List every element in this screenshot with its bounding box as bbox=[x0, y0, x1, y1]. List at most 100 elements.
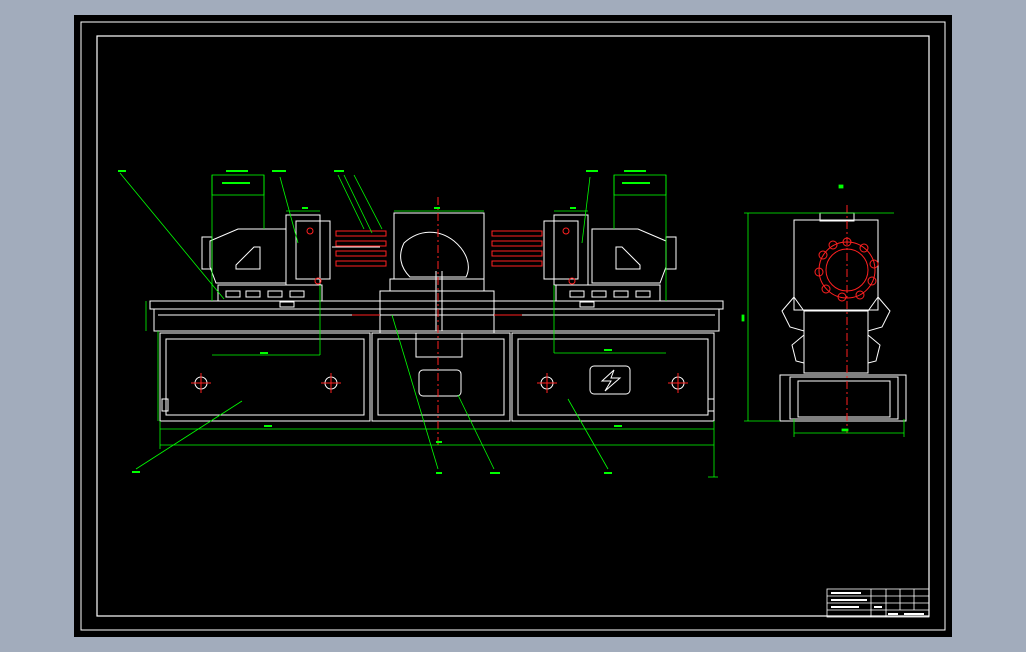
left-carriage bbox=[217, 284, 323, 302]
center-fixture-window bbox=[415, 332, 463, 358]
left-cabinet-inner bbox=[165, 338, 365, 416]
side-view-red bbox=[814, 205, 879, 433]
leader-7 bbox=[135, 400, 243, 470]
center-cabinet bbox=[371, 332, 511, 422]
left-electrode-1 bbox=[335, 230, 387, 237]
drawing-canvas bbox=[80, 21, 946, 631]
leader-4 bbox=[343, 174, 373, 234]
right-head-clamp bbox=[543, 220, 579, 280]
front-view-red-details bbox=[191, 197, 688, 445]
right-electrode-4 bbox=[491, 260, 543, 267]
left-pivot bbox=[306, 227, 314, 235]
side-dim-mark-1 bbox=[741, 314, 745, 322]
side-mid-left bbox=[791, 334, 805, 364]
note-mark-7 bbox=[624, 170, 646, 172]
right-btn-4 bbox=[635, 290, 651, 298]
cad-viewer bbox=[0, 0, 1026, 652]
center-fixture-block bbox=[389, 278, 485, 292]
note-mark-18 bbox=[264, 425, 272, 427]
note-mark-15 bbox=[434, 207, 440, 209]
left-btn-2 bbox=[245, 290, 261, 298]
note-mark-5 bbox=[334, 170, 344, 172]
right-electrode-3 bbox=[491, 250, 543, 257]
right-cabinet bbox=[511, 332, 715, 422]
warning-sign bbox=[589, 365, 631, 395]
bolt-10 bbox=[828, 240, 838, 250]
drawing-sheet[interactable] bbox=[74, 15, 952, 637]
left-electrode-2 bbox=[335, 240, 387, 247]
note-mark-11 bbox=[490, 472, 500, 474]
right-head-cap bbox=[665, 236, 677, 270]
foot-right bbox=[707, 398, 715, 412]
side-note-mark bbox=[838, 184, 844, 189]
title-mark-3 bbox=[831, 606, 859, 608]
note-mark-1 bbox=[118, 170, 126, 172]
left-btn-1 bbox=[225, 290, 241, 298]
right-head-slot bbox=[615, 246, 641, 270]
side-base-inner-2 bbox=[789, 376, 899, 420]
leader-1 bbox=[119, 172, 225, 300]
center-housing bbox=[393, 212, 485, 280]
workpiece-outline bbox=[400, 231, 469, 278]
note-mark-9 bbox=[132, 471, 140, 473]
note-mark-14 bbox=[570, 207, 576, 209]
leader-9 bbox=[457, 394, 495, 470]
left-btn-4 bbox=[289, 290, 305, 298]
left-label-plate bbox=[279, 301, 295, 308]
foot-left bbox=[161, 398, 169, 412]
center-fixture-base bbox=[379, 290, 495, 334]
right-label-plate bbox=[579, 301, 595, 308]
control-panel bbox=[418, 369, 462, 397]
side-column bbox=[803, 310, 869, 374]
title-mark-5 bbox=[888, 613, 898, 615]
dim-box-left bbox=[211, 174, 265, 196]
center-cabinet-inner bbox=[377, 338, 505, 416]
note-mark-8 bbox=[622, 182, 650, 184]
note-mark-20 bbox=[436, 441, 442, 443]
left-btn-3 bbox=[267, 290, 283, 298]
annotation-marks bbox=[118, 170, 650, 474]
side-right-bracket bbox=[867, 296, 891, 332]
left-head-plate bbox=[285, 214, 321, 286]
title-mark-6 bbox=[904, 613, 924, 615]
front-view-dimensions bbox=[119, 172, 718, 478]
left-head-slot bbox=[235, 246, 261, 270]
side-top-housing bbox=[793, 219, 879, 311]
right-carriage bbox=[555, 284, 661, 302]
note-mark-2 bbox=[226, 170, 248, 172]
note-mark-4 bbox=[272, 170, 286, 172]
dim-box-right bbox=[613, 174, 667, 196]
title-mark-2 bbox=[831, 599, 867, 601]
left-cabinet bbox=[159, 332, 371, 422]
leader-6 bbox=[581, 176, 591, 244]
right-electrode-1 bbox=[491, 230, 543, 237]
right-btn-3 bbox=[613, 290, 629, 298]
note-mark-12 bbox=[604, 472, 612, 474]
leader-5 bbox=[279, 176, 299, 244]
note-mark-19 bbox=[614, 425, 622, 427]
side-dim-mark-2 bbox=[841, 428, 849, 432]
title-block-marks bbox=[831, 592, 924, 615]
right-electrode-2 bbox=[491, 240, 543, 247]
note-mark-6 bbox=[586, 170, 598, 172]
left-electrode-4 bbox=[335, 260, 387, 267]
note-mark-10 bbox=[436, 472, 442, 474]
side-mid-right bbox=[867, 334, 881, 364]
leader-8 bbox=[391, 314, 439, 470]
title-mark-4 bbox=[874, 606, 882, 608]
note-mark-17 bbox=[604, 349, 612, 351]
front-view bbox=[149, 212, 724, 422]
leader-2 bbox=[337, 174, 365, 230]
side-base-inner bbox=[797, 380, 891, 418]
right-head-plate bbox=[553, 214, 589, 286]
side-left-bracket bbox=[781, 296, 805, 332]
left-electrode-3 bbox=[335, 250, 387, 257]
leader-3 bbox=[353, 174, 383, 230]
note-mark-3 bbox=[222, 182, 250, 184]
right-head-body bbox=[591, 228, 667, 284]
note-mark-13 bbox=[302, 207, 308, 209]
right-btn-1 bbox=[569, 290, 585, 298]
outer-frame bbox=[80, 21, 946, 631]
right-btn-2 bbox=[591, 290, 607, 298]
title-mark-1 bbox=[831, 592, 861, 594]
